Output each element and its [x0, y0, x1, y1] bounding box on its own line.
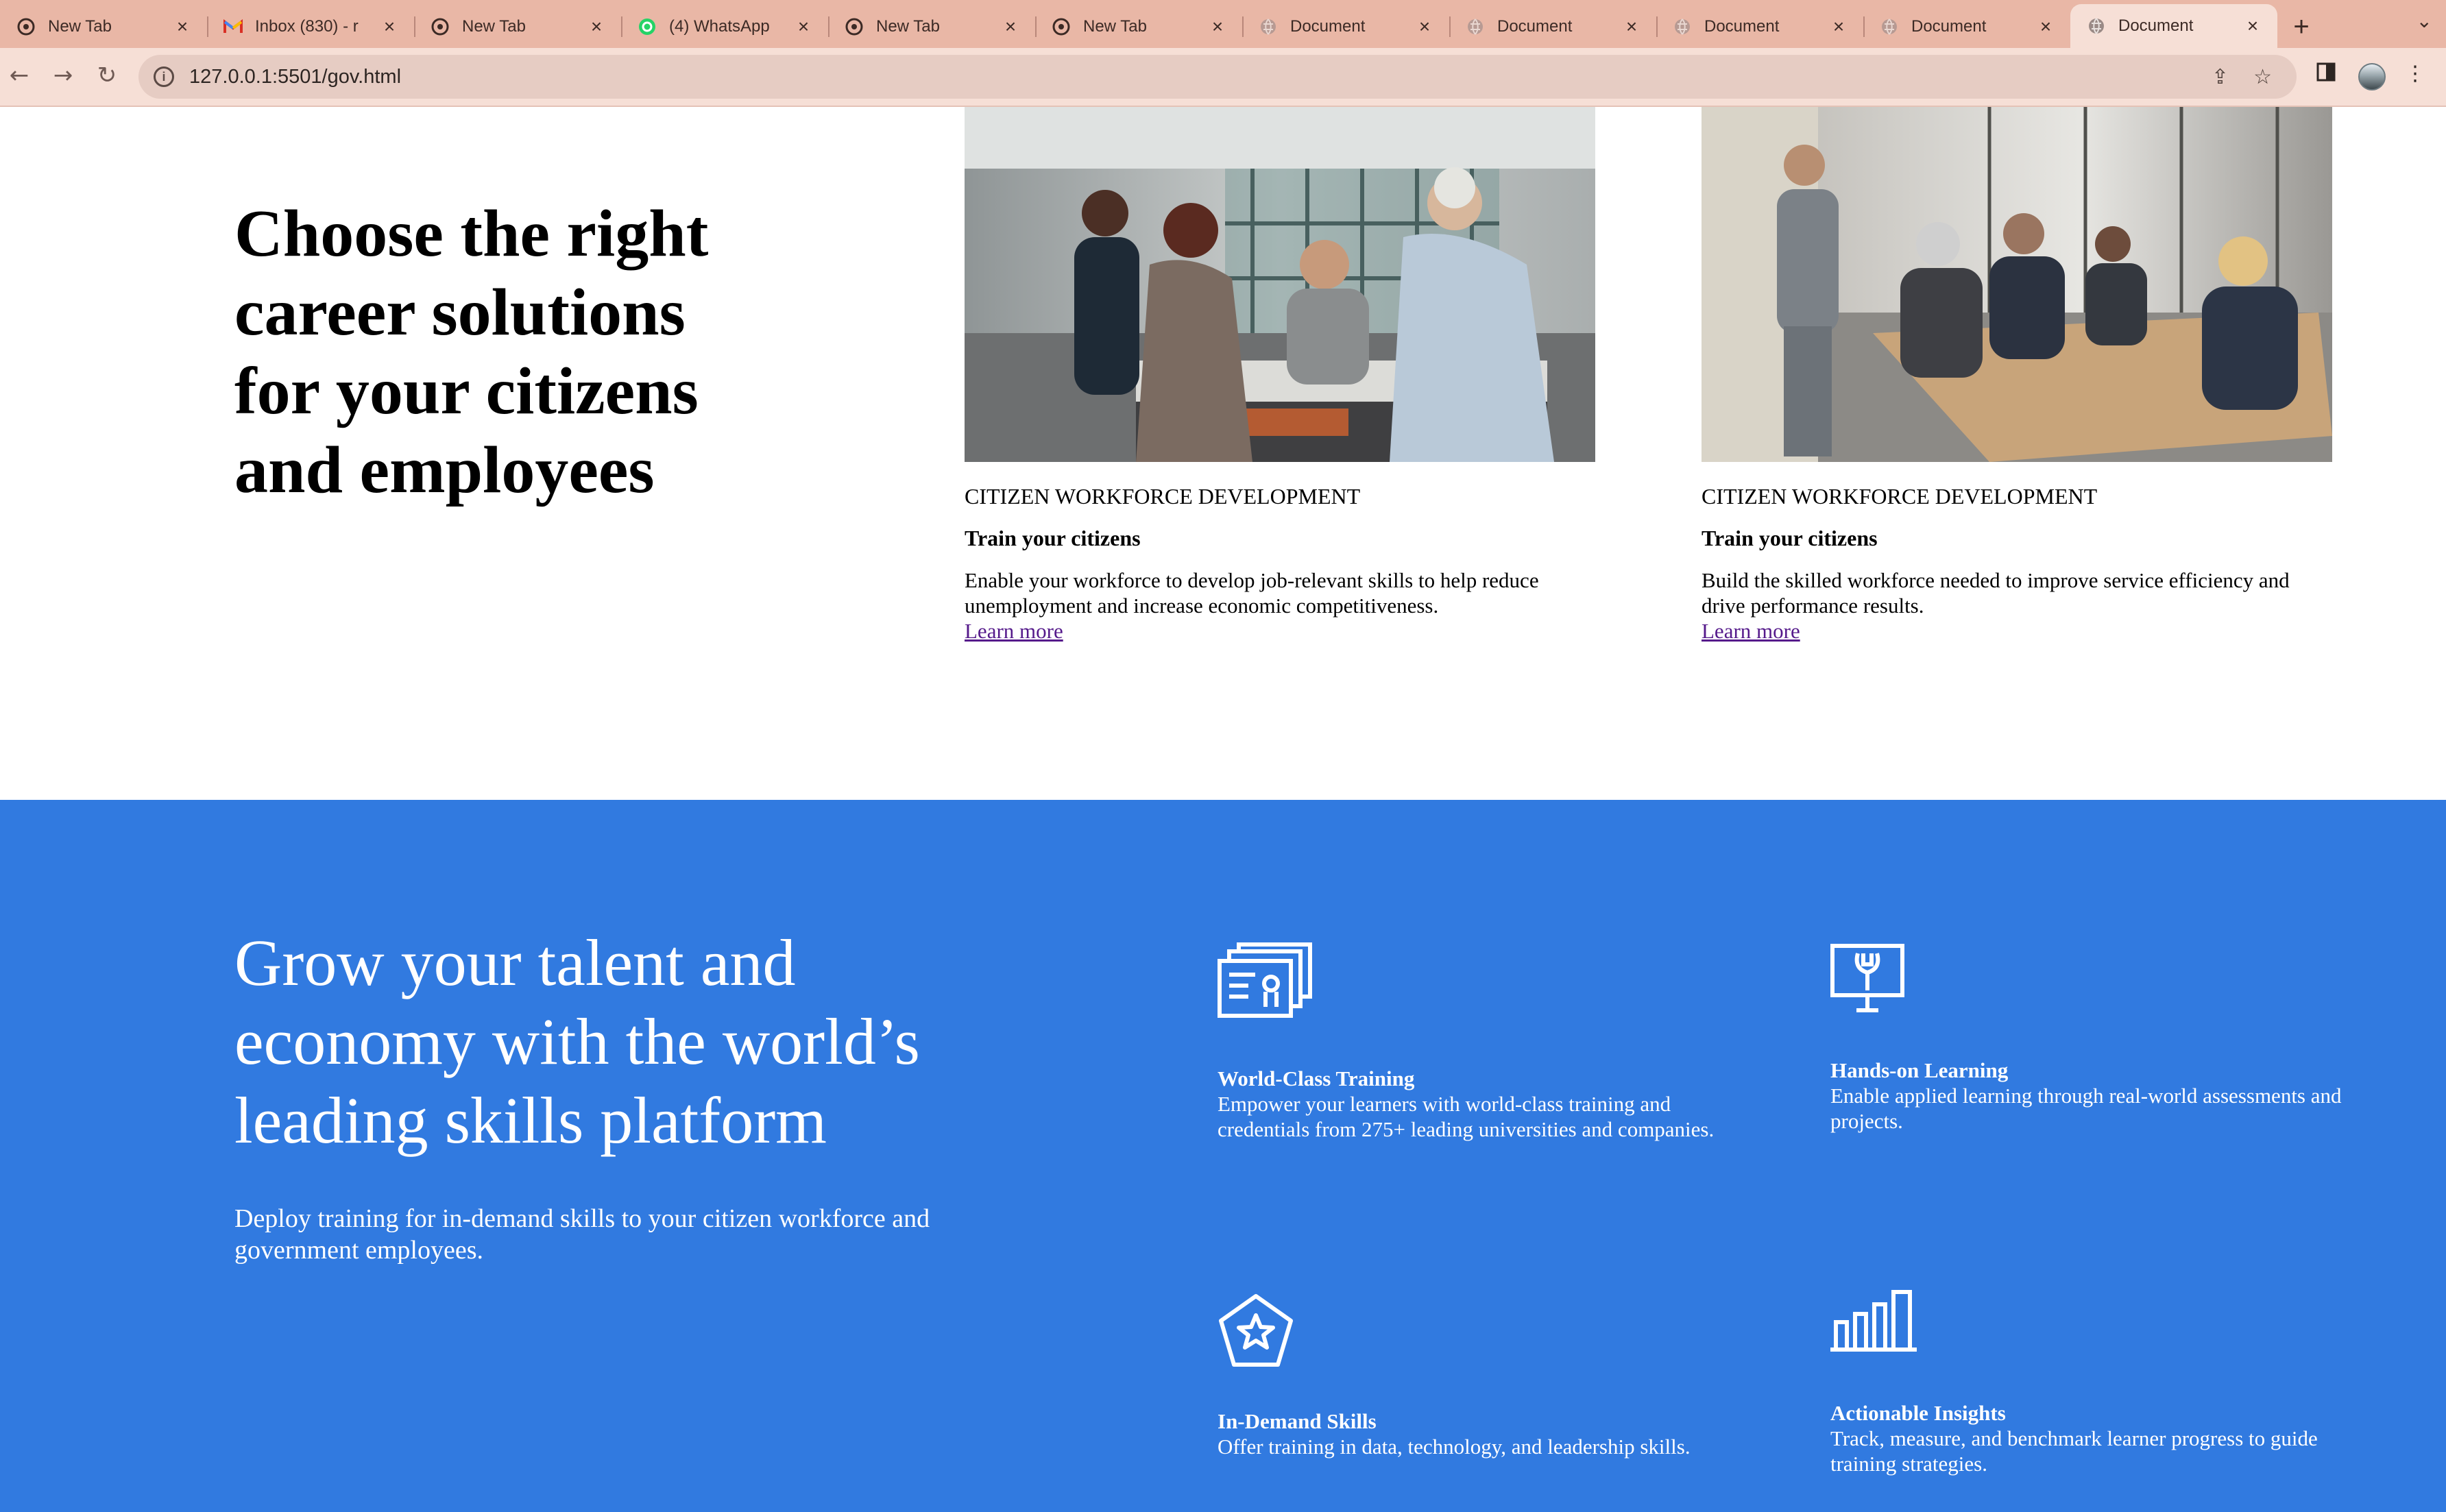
card-description: Build the skilled workforce needed to im… [1702, 568, 2290, 618]
close-tab-icon[interactable]: × [1829, 16, 1848, 38]
close-tab-icon[interactable]: × [380, 16, 399, 38]
menu-dots-icon[interactable]: ⋮ [2405, 62, 2425, 86]
platform-subtitle: Deploy training for in-demand skills to … [234, 1204, 930, 1265]
card-heading: Train your citizens [1702, 526, 1878, 550]
back-arrow-icon[interactable]: ← [4, 60, 34, 90]
globe-icon [1259, 17, 1278, 36]
solution-card: CITIZEN WORKFORCE DEVELOPMENT Train your… [1702, 107, 2332, 644]
close-tab-icon[interactable]: × [1622, 16, 1641, 38]
browser-tab-active[interactable]: Document × [2070, 4, 2277, 48]
browser-tab[interactable]: New Tab × [414, 5, 621, 48]
close-tab-icon[interactable]: × [794, 16, 813, 38]
browser-tab[interactable]: Document × [1449, 5, 1656, 48]
close-tab-icon[interactable]: × [1415, 16, 1434, 38]
feature-title: Hands-on Learning [1830, 1058, 2009, 1082]
share-icon[interactable]: ⇪ [2212, 65, 2229, 89]
platform-title: Grow your talent and economy with the wo… [234, 926, 920, 1157]
forward-arrow-icon[interactable]: → [48, 60, 78, 90]
site-info-icon[interactable]: i [154, 66, 174, 87]
feature-description: Empower your learners with world-class t… [1218, 1092, 1715, 1141]
chrome-icon [431, 17, 450, 36]
feature-description: Offer training in data, technology, and … [1218, 1435, 1691, 1459]
chrome-icon [1052, 17, 1071, 36]
chevron-down-icon[interactable]: ⌄ [2417, 10, 2432, 32]
whatsapp-icon [638, 17, 657, 36]
close-tab-icon[interactable]: × [1208, 16, 1227, 38]
new-tab-button[interactable]: + [2277, 5, 2325, 48]
certificate-stack-icon [1218, 942, 1312, 1018]
tab-title: (4) WhatsApp [669, 17, 770, 36]
browser-tab[interactable]: New Tab × [828, 5, 1035, 48]
feature-title: In-Demand Skills [1218, 1409, 1377, 1433]
browser-tab[interactable]: New Tab × [0, 5, 207, 48]
monitor-wrench-icon [1830, 944, 1904, 1012]
card-description: Enable your workforce to develop job-rel… [965, 568, 1539, 618]
tab-title: Document [1704, 17, 1780, 36]
address-bar[interactable]: i 127.0.0.1:5501/gov.html ⇪ ☆ [138, 55, 2297, 99]
platform-section: Grow your talent and economy with the wo… [0, 800, 2446, 1512]
tab-title: New Tab [462, 17, 526, 36]
tab-title: Document [1290, 17, 1366, 36]
tab-title: Document [2118, 16, 2194, 35]
card-category: CITIZEN WORKFORCE DEVELOPMENT [1702, 484, 2098, 509]
tab-title: New Tab [1083, 17, 1147, 36]
browser-tab[interactable]: Document × [1242, 5, 1449, 48]
hero-title: Choose the right career solutions for yo… [234, 197, 709, 507]
chrome-icon [845, 17, 864, 36]
business-meeting-presentation-photo [1702, 107, 2332, 462]
tab-title: Inbox (830) - r [255, 17, 359, 36]
gmail-icon [223, 17, 243, 36]
avatar[interactable] [2358, 63, 2386, 90]
browser-tab[interactable]: (4) WhatsApp × [621, 5, 828, 48]
learn-more-link[interactable]: Learn more [1702, 618, 1800, 644]
tab-title: Document [1911, 17, 1987, 36]
card-heading: Train your citizens [965, 526, 1141, 550]
browser-tab[interactable]: New Tab × [1035, 5, 1242, 48]
browser-tab[interactable]: Document × [1656, 5, 1863, 48]
tab-strip: New Tab × Inbox (830) - r × New Tab × (4… [0, 0, 2446, 48]
globe-icon [1673, 17, 1692, 36]
browser-tab[interactable]: Document × [1863, 5, 2070, 48]
globe-icon [1880, 17, 1899, 36]
feature-title: World-Class Training [1218, 1066, 1415, 1090]
tab-title: New Tab [876, 17, 940, 36]
chrome-icon [16, 17, 36, 36]
globe-icon [2087, 16, 2106, 36]
browser-toolbar: ← → ↻ i 127.0.0.1:5501/gov.html ⇪ ☆ ⋮ [0, 48, 2446, 107]
page-content: Choose the right career solutions for yo… [0, 107, 2446, 1512]
bar-chart-icon [1830, 1290, 1917, 1352]
close-tab-icon[interactable]: × [587, 16, 606, 38]
card-category: CITIZEN WORKFORCE DEVELOPMENT [965, 484, 1361, 509]
feature-title: Actionable Insights [1830, 1401, 2006, 1425]
tab-title: New Tab [48, 17, 112, 36]
close-tab-icon[interactable]: × [2036, 16, 2055, 38]
solution-card: CITIZEN WORKFORCE DEVELOPMENT Train your… [965, 107, 1595, 644]
close-tab-icon[interactable]: × [1001, 16, 1020, 38]
star-icon[interactable]: ☆ [2253, 65, 2272, 89]
office-team-collaborating-photo [965, 107, 1595, 462]
url-text[interactable]: 127.0.0.1:5501/gov.html [189, 66, 2212, 88]
tab-title: Document [1497, 17, 1573, 36]
feature-description: Track, measure, and benchmark learner pr… [1830, 1426, 2318, 1476]
close-tab-icon[interactable]: × [173, 16, 192, 38]
globe-icon [1466, 17, 1485, 36]
pentagon-star-icon [1219, 1294, 1293, 1367]
feature-description: Enable applied learning through real-wor… [1830, 1084, 2342, 1133]
close-tab-icon[interactable]: × [2243, 15, 2262, 37]
browser-tab[interactable]: Inbox (830) - r × [207, 5, 414, 48]
reload-icon[interactable]: ↻ [92, 60, 122, 90]
side-panel-icon[interactable] [2316, 62, 2336, 88]
learn-more-link[interactable]: Learn more [965, 618, 1063, 644]
